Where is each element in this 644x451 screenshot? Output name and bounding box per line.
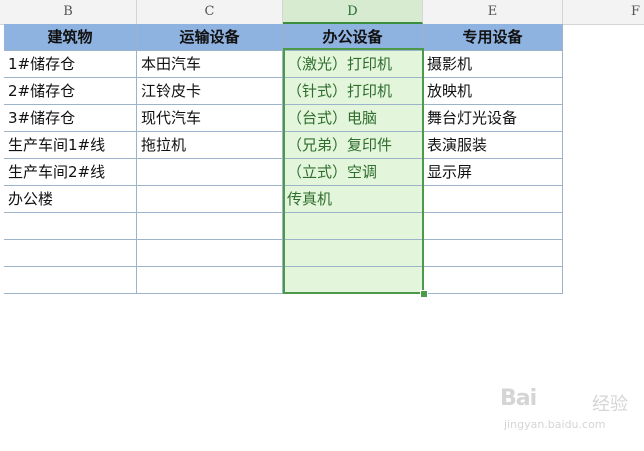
table-cell[interactable] <box>423 213 563 240</box>
table-cell[interactable]: 舞台灯光设备 <box>423 105 563 132</box>
watermark-cn: 经验 <box>592 394 628 415</box>
table-cell[interactable]: 2#储存仓 <box>4 78 137 105</box>
column-header-d[interactable]: D <box>283 0 423 24</box>
table-cell[interactable]: 表演服装 <box>423 132 563 159</box>
table-cell[interactable] <box>4 267 137 294</box>
table-cell[interactable] <box>423 240 563 267</box>
table-cell[interactable]: 生产车间1#线 <box>4 132 137 159</box>
table-cell[interactable]: 拖拉机 <box>137 132 283 159</box>
table-cell[interactable] <box>137 213 283 240</box>
table-cell[interactable] <box>283 267 423 294</box>
table-cell[interactable] <box>283 240 423 267</box>
table-cell[interactable]: 3#储存仓 <box>4 105 137 132</box>
fill-handle[interactable] <box>420 290 428 298</box>
table-cell[interactable]: （针式）打印机 <box>283 78 423 105</box>
table-cell[interactable] <box>423 267 563 294</box>
table-header-cell[interactable]: 运输设备 <box>137 24 283 51</box>
table-cell[interactable] <box>423 186 563 213</box>
table-header-cell[interactable]: 专用设备 <box>423 24 563 51</box>
table-header-cell[interactable]: 办公设备 <box>283 24 423 51</box>
table-cell[interactable] <box>137 240 283 267</box>
table-cell[interactable]: 摄影机 <box>423 51 563 78</box>
table-cell[interactable]: 江铃皮卡 <box>137 78 283 105</box>
table-cell[interactable]: 传真机 <box>283 186 423 213</box>
table-cell[interactable]: （立式）空调 <box>283 159 423 186</box>
table-cell[interactable]: 1#储存仓 <box>4 51 137 78</box>
baidu-watermark: Bai 经验 jingyan.baidu.com <box>500 378 630 438</box>
table-cell[interactable] <box>283 213 423 240</box>
table-cell[interactable]: 现代汽车 <box>137 105 283 132</box>
table-cell[interactable]: 生产车间2#线 <box>4 159 137 186</box>
watermark-brand: Bai <box>500 386 537 411</box>
column-header-b[interactable]: B <box>0 0 137 24</box>
table-cell[interactable]: 放映机 <box>423 78 563 105</box>
column-header-e[interactable]: E <box>423 0 563 24</box>
table-header-cell[interactable]: 建筑物 <box>4 24 137 51</box>
column-header-f[interactable]: F <box>563 0 644 24</box>
spreadsheet-view: BCDEF 建筑物 运输设备 办公设备 专用设备 1#储存仓 本田汽车 （激光）打印机 摄影机… <box>0 0 644 451</box>
table-cell[interactable]: （兄弟）复印件 <box>283 132 423 159</box>
table-cell[interactable] <box>4 213 137 240</box>
table-cell[interactable]: 显示屏 <box>423 159 563 186</box>
table-cell[interactable] <box>4 240 137 267</box>
watermark-url: jingyan.baidu.com <box>504 418 606 431</box>
table-cell[interactable]: 本田汽车 <box>137 51 283 78</box>
table-cell[interactable]: 办公楼 <box>4 186 137 213</box>
table-cell[interactable] <box>137 267 283 294</box>
table-cell[interactable] <box>137 186 283 213</box>
table-cell[interactable]: （激光）打印机 <box>283 51 423 78</box>
table-cell[interactable] <box>137 159 283 186</box>
table-cell[interactable]: （台式）电脑 <box>283 105 423 132</box>
column-header-c[interactable]: C <box>137 0 283 24</box>
